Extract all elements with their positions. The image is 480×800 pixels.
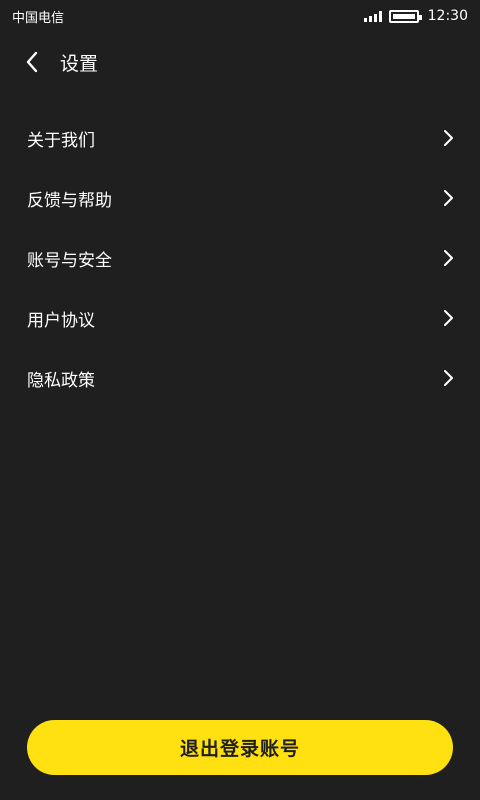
menu-item-feedback-help[interactable]: 反馈与帮助 bbox=[0, 168, 480, 228]
menu-item-label: 反馈与帮助 bbox=[27, 190, 112, 211]
menu-item-user-agreement[interactable]: 用户协议 bbox=[0, 288, 480, 348]
status-bar: 中国电信 12:30 bbox=[0, 0, 480, 32]
logout-button[interactable]: 退出登录账号 bbox=[27, 720, 453, 775]
menu-item-label: 隐私政策 bbox=[27, 370, 95, 391]
header: 设置 bbox=[0, 40, 480, 84]
chevron-right-icon bbox=[440, 250, 456, 266]
status-time: 12:30 bbox=[427, 8, 468, 24]
menu-item-privacy-policy[interactable]: 隐私政策 bbox=[0, 348, 480, 408]
chevron-left-icon bbox=[26, 51, 38, 73]
settings-menu: 关于我们 反馈与帮助 账号与安全 用户协议 隐私政策 bbox=[0, 108, 480, 408]
menu-item-about-us[interactable]: 关于我们 bbox=[0, 108, 480, 168]
status-indicators: 12:30 bbox=[363, 8, 468, 24]
chevron-right-icon bbox=[440, 310, 456, 326]
back-button[interactable] bbox=[4, 40, 60, 84]
menu-item-account-security[interactable]: 账号与安全 bbox=[0, 228, 480, 288]
menu-item-label: 关于我们 bbox=[27, 130, 95, 151]
menu-item-label: 用户协议 bbox=[27, 310, 95, 331]
chevron-right-icon bbox=[440, 370, 456, 386]
signal-icon bbox=[363, 10, 382, 22]
menu-item-label: 账号与安全 bbox=[27, 250, 112, 271]
battery-icon bbox=[388, 9, 422, 23]
carrier-name: 中国电信 bbox=[12, 10, 65, 26]
page-title: 设置 bbox=[60, 52, 99, 75]
chevron-right-icon bbox=[440, 130, 456, 146]
chevron-right-icon bbox=[440, 190, 456, 206]
